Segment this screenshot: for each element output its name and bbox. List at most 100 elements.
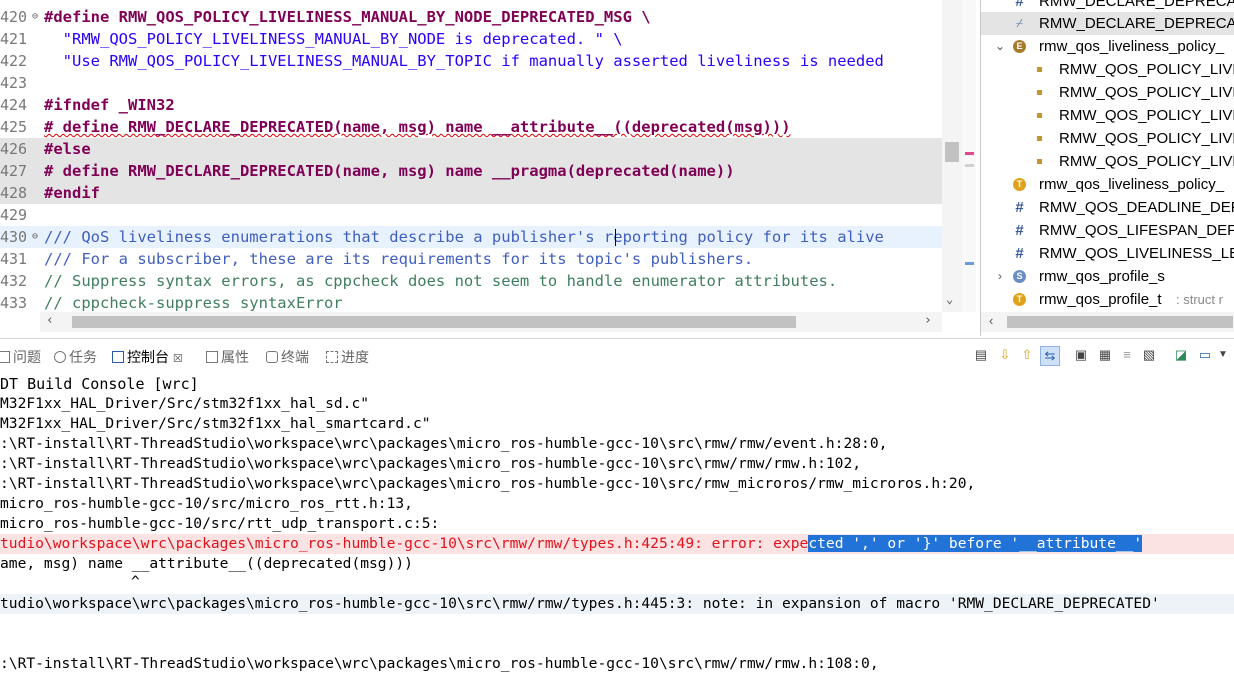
code-line[interactable]: // cppcheck-suppress syntaxError: [44, 292, 343, 314]
editor-horizontal-scrollbar[interactable]: ‹ ›: [40, 312, 942, 332]
console-line[interactable]: ame, msg) name __attribute__((deprecated…: [0, 554, 413, 574]
tab-progress[interactable]: 进度: [326, 347, 369, 367]
enumerator-icon: [1037, 159, 1042, 164]
problems-icon: [0, 351, 10, 363]
outline-item[interactable]: T rmw_qos_liveliness_policy_: [981, 173, 1234, 196]
scrollbar-thumb[interactable]: [72, 316, 796, 328]
line-number: 422: [0, 52, 28, 70]
console-line[interactable]: :\RT-install\RT-ThreadStudio\workspace\w…: [0, 474, 975, 494]
open-console-icon[interactable]: ◪: [1172, 346, 1190, 364]
outline-item[interactable]: RMW_QOS_POLICY_LIVE: [981, 81, 1234, 104]
progress-icon: [326, 351, 338, 363]
overview-ruler[interactable]: [962, 0, 976, 312]
console-menu-icon[interactable]: ▭: [1196, 346, 1214, 364]
scroll-left-icon[interactable]: ‹: [989, 313, 993, 328]
console-line[interactable]: M32F1xx_HAL_Driver/Src/stm32f1xx_hal_sd.…: [0, 394, 369, 414]
scrollbar-thumb[interactable]: [1007, 316, 1233, 328]
outline-item-label: rmw_qos_profile_t: [1039, 291, 1162, 308]
outline-item-label: rmw_qos_liveliness_policy_: [1039, 176, 1225, 193]
scroll-left-icon[interactable]: ‹: [46, 313, 54, 328]
console-icon: [112, 351, 124, 363]
outline-item[interactable]: # RMW_QOS_DEADLINE_DEFA: [981, 196, 1234, 219]
console-line[interactable]: :\RT-install\RT-ThreadStudio\workspace\w…: [0, 434, 887, 454]
macro-icon: #: [1015, 0, 1024, 10]
outline-view[interactable]: # RMW_DECLARE_DEPRECAT ⌿ RMW_DECLARE_DEP…: [980, 0, 1234, 336]
line-number: 421: [0, 30, 28, 48]
scroll-lock-down-icon[interactable]: ⇩: [996, 346, 1014, 364]
fold-icon[interactable]: ⊖: [32, 11, 38, 22]
code-line[interactable]: "RMW_QOS_POLICY_LIVELINESS_MANUAL_BY_NOD…: [44, 28, 623, 50]
scroll-down-icon[interactable]: ⌄: [946, 292, 953, 306]
editor-vertical-scrollbar[interactable]: ⌄: [942, 0, 962, 312]
console-output[interactable]: M32F1xx_HAL_Driver/Src/stm32f1xx_hal_sd.…: [0, 394, 1234, 672]
outline-item-label: RMW_QOS_LIFESPAN_DEFA: [1039, 222, 1234, 239]
code-line[interactable]: # define RMW_DECLARE_DEPRECATED(name, ms…: [44, 116, 791, 138]
macro-icon: #: [1015, 199, 1024, 216]
code-line[interactable]: /// QoS liveliness enumerations that des…: [44, 226, 884, 248]
code-line[interactable]: #endif: [44, 182, 100, 204]
console-line[interactable]: M32F1xx_HAL_Driver/Src/stm32f1xx_hal_sma…: [0, 414, 431, 434]
chevron-down-icon[interactable]: ▼: [1214, 346, 1232, 364]
scroll-right-icon[interactable]: ›: [924, 313, 932, 328]
console-error-line[interactable]: tudio\workspace\wrc\packages\micro_ros-h…: [0, 534, 1143, 554]
console-line[interactable]: :\RT-install\RT-ThreadStudio\workspace\w…: [0, 654, 879, 674]
code-line[interactable]: /// For a subscriber, these are its requ…: [44, 248, 753, 270]
line-number: 431: [0, 250, 28, 268]
tab-tasks[interactable]: 任务: [54, 347, 97, 367]
code-editor[interactable]: 420 421 422 423 424 425 426 427 428 429 …: [0, 0, 978, 336]
outline-item[interactable]: ⌿ RMW_DECLARE_DEPRECAT: [981, 12, 1234, 35]
outline-item[interactable]: ⌄ E rmw_qos_liveliness_policy_: [981, 35, 1234, 58]
collapse-icon[interactable]: ⌄: [993, 35, 1007, 58]
save-console-icon[interactable]: ▧: [1140, 346, 1158, 364]
pin-console-icon[interactable]: ▣: [1072, 346, 1090, 364]
code-line[interactable]: // Suppress syntax errors, as cppcheck d…: [44, 270, 837, 292]
code-line[interactable]: "Use RMW_QOS_POLICY_LIVELINESS_MANUAL_BY…: [44, 50, 884, 72]
line-number: 426: [0, 140, 28, 158]
code-line[interactable]: # define RMW_DECLARE_DEPRECATED(name, ms…: [44, 160, 735, 182]
outline-item-label: RMW_QOS_POLICY_LIVE: [1059, 153, 1234, 170]
line-number: 433: [0, 294, 28, 312]
code-line[interactable]: #else: [44, 138, 91, 160]
typedef-icon: T: [1013, 293, 1026, 306]
outline-item[interactable]: # RMW_QOS_LIFESPAN_DEFA: [981, 219, 1234, 242]
console-title: DT Build Console [wrc]: [0, 375, 199, 393]
scrollbar-thumb[interactable]: [945, 142, 959, 162]
outline-item[interactable]: RMW_QOS_POLICY_LIVE: [981, 58, 1234, 81]
console-line[interactable]: :\RT-install\RT-ThreadStudio\workspace\w…: [0, 454, 861, 474]
enum-icon: E: [1013, 40, 1026, 53]
tab-console[interactable]: 控制台 ☒: [112, 347, 183, 367]
outline-item[interactable]: RMW_QOS_POLICY_LIVE: [981, 150, 1234, 173]
console-note-line[interactable]: tudio\workspace\wrc\packages\micro_ros-h…: [0, 594, 1160, 614]
tab-terminal[interactable]: 终端: [266, 347, 309, 367]
deprecated-macro-icon: ⌿: [1015, 16, 1024, 30]
word-wrap-icon[interactable]: ⇆: [1040, 346, 1060, 366]
outline-item-detail: : struct r: [1176, 292, 1223, 307]
close-icon[interactable]: ☒: [173, 353, 183, 365]
scroll-up-icon[interactable]: ⇧: [1018, 346, 1036, 364]
outline-item-label: RMW_QOS_POLICY_LIVE: [1059, 84, 1234, 101]
macro-icon: #: [1015, 222, 1024, 239]
console-line[interactable]: micro_ros-humble-gcc-10/src/micro_ros_rt…: [0, 494, 413, 514]
macro-icon: #: [1015, 245, 1024, 262]
line-number: 427: [0, 162, 28, 180]
outline-item[interactable]: RMW_QOS_POLICY_LIVE: [981, 104, 1234, 127]
code-line[interactable]: #ifndef _WIN32: [44, 94, 175, 116]
fold-icon[interactable]: ⊖: [32, 231, 38, 242]
outline-item[interactable]: RMW_QOS_POLICY_LIVE: [981, 127, 1234, 150]
outline-item[interactable]: # RMW_QOS_LIVELINESS_LEA: [981, 242, 1234, 265]
outline-horizontal-scrollbar[interactable]: ‹: [981, 312, 1234, 332]
display-selected-console-icon[interactable]: ▦: [1096, 346, 1114, 364]
tab-properties[interactable]: 属性: [206, 347, 249, 367]
bottom-view-tabs: 问题 任务 控制台 ☒ 属性 终端 进度 ▤ ⇩ ⇧ ⇆ ▣ ▦ ≡ ▧ ◪ ▭…: [0, 338, 1234, 373]
code-line[interactable]: #define RMW_QOS_POLICY_LIVELINESS_MANUAL…: [44, 6, 651, 28]
clear-console-icon[interactable]: ▤: [972, 346, 990, 364]
tab-problems[interactable]: 问题: [0, 347, 41, 367]
outline-item[interactable]: T rmw_qos_profile_t : struct r: [981, 288, 1234, 311]
outline-item-label: RMW_DECLARE_DEPRECAT: [1039, 15, 1234, 32]
outline-item-label: RMW_QOS_POLICY_LIVE: [1059, 107, 1234, 124]
console-line[interactable]: micro_ros-humble-gcc-10/src/rtt_udp_tran…: [0, 514, 439, 534]
expand-icon[interactable]: ›: [993, 265, 1007, 288]
console-caret: ^: [131, 573, 140, 590]
copy-icon[interactable]: ≡: [1118, 346, 1136, 364]
outline-item[interactable]: › S rmw_qos_profile_s: [981, 265, 1234, 288]
